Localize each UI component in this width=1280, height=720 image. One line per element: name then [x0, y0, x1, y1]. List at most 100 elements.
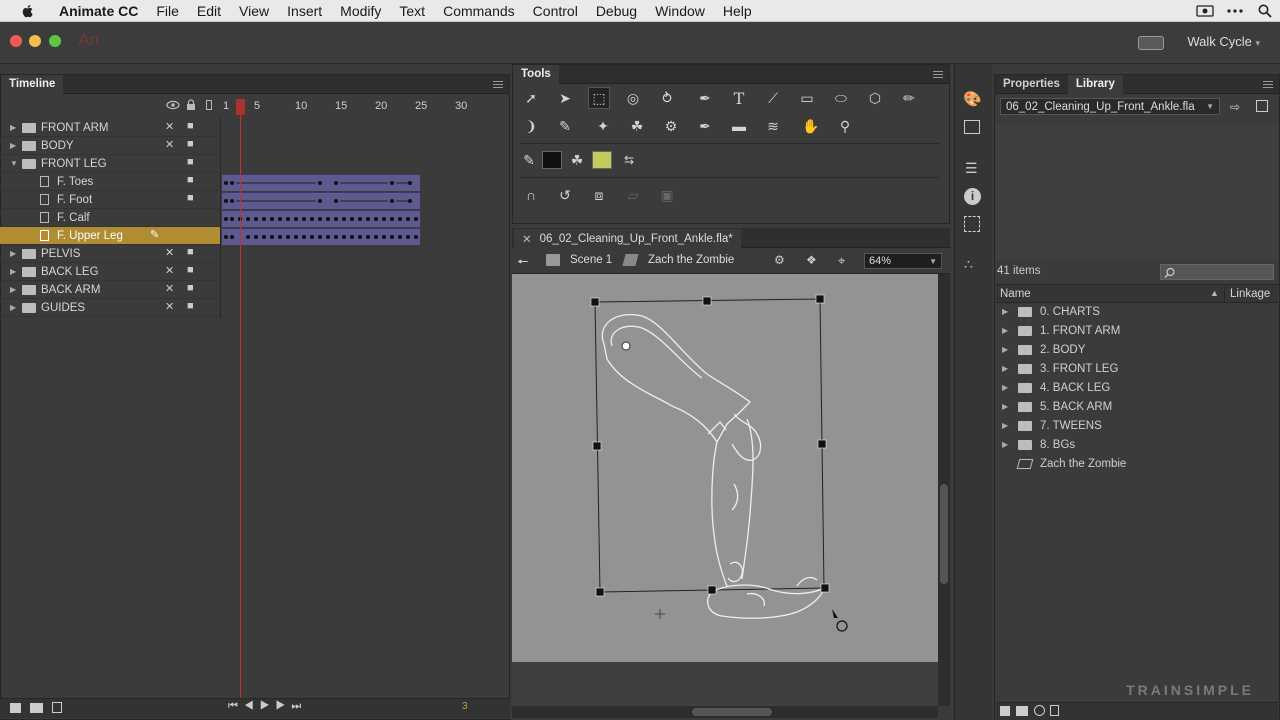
- lock-icon[interactable]: ■: [187, 264, 194, 276]
- hand-tool-icon[interactable]: ✋: [800, 115, 822, 137]
- menu-view[interactable]: View: [230, 3, 278, 19]
- zoom-window-button[interactable]: [49, 35, 61, 47]
- expand-arrow-icon[interactable]: ▶: [10, 285, 16, 294]
- column-name[interactable]: Name: [1000, 288, 1031, 300]
- close-tab-icon[interactable]: ✕: [522, 232, 532, 246]
- eyedropper-tool-icon[interactable]: ✒: [694, 115, 716, 137]
- fill-color-swatch[interactable]: [592, 151, 612, 169]
- spotlight-search-icon[interactable]: [1250, 4, 1280, 18]
- playhead-handle[interactable]: [236, 99, 245, 115]
- eraser-tool-icon[interactable]: ▬: [728, 115, 750, 137]
- hidden-x-icon[interactable]: ✕: [165, 246, 174, 259]
- workspace-switcher[interactable]: Walk Cycle ▾: [1187, 34, 1260, 49]
- paint-bucket-tool-icon[interactable]: ☘: [626, 115, 648, 137]
- expand-arrow-icon[interactable]: ▶: [10, 123, 16, 132]
- document-tab[interactable]: ✕ 06_02_Cleaning_Up_Front_Ankle.fla*: [514, 229, 741, 248]
- menu-control[interactable]: Control: [524, 3, 587, 19]
- panel-menu-icon[interactable]: [1263, 81, 1273, 88]
- tools-tab[interactable]: Tools: [513, 64, 559, 84]
- library-file-select[interactable]: 06_02_Cleaning_Up_Front_Ankle.fla ▼: [1000, 98, 1220, 115]
- brush-tool-icon[interactable]: ✎: [554, 115, 576, 137]
- stage-canvas[interactable]: [512, 274, 938, 662]
- pen-tool-icon[interactable]: ✒: [694, 87, 716, 109]
- expand-arrow-icon[interactable]: ▶: [1002, 383, 1010, 392]
- lock-all-icon[interactable]: [186, 99, 196, 111]
- sort-arrow-icon[interactable]: ▲: [1210, 288, 1219, 298]
- lock-icon[interactable]: ■: [187, 246, 194, 258]
- scrollbar-thumb[interactable]: [940, 484, 948, 584]
- stage-vertical-scrollbar[interactable]: [938, 274, 950, 706]
- hidden-x-icon[interactable]: ✕: [165, 138, 174, 151]
- lock-icon[interactable]: ■: [187, 174, 194, 186]
- new-folder-icon[interactable]: [30, 703, 43, 713]
- timeline-tab[interactable]: Timeline: [1, 74, 64, 94]
- scale-icon[interactable]: ⧈: [588, 184, 610, 206]
- scene-breadcrumb[interactable]: Scene 1: [570, 254, 612, 266]
- menu-modify[interactable]: Modify: [331, 3, 390, 19]
- stage-horizontal-scrollbar[interactable]: [512, 706, 938, 718]
- expand-arrow-icon[interactable]: ▶: [10, 267, 16, 276]
- transform-panel-icon[interactable]: [964, 216, 980, 232]
- subselection-tool-icon[interactable]: ➤: [554, 87, 576, 109]
- zoom-tool-icon[interactable]: ⚲: [834, 115, 856, 137]
- expand-arrow-icon[interactable]: ▶: [1002, 364, 1010, 373]
- ink-bottle-tool-icon[interactable]: ⚙: [660, 115, 682, 137]
- back-arrow-icon[interactable]: 🠔: [517, 253, 528, 275]
- menu-edit[interactable]: Edit: [188, 3, 230, 19]
- oval-tool-icon[interactable]: ⬭: [830, 87, 852, 109]
- object-drawing-icon[interactable]: ∩: [520, 184, 542, 206]
- free-transform-tool-icon[interactable]: ⬚: [588, 87, 610, 109]
- fill-color-icon[interactable]: ☘: [566, 149, 588, 171]
- library-item-tweens[interactable]: ▶ 7. TWEENS: [996, 416, 1280, 435]
- align-panel-icon[interactable]: ☰: [965, 160, 978, 177]
- expand-arrow-icon[interactable]: ▶: [1002, 402, 1010, 411]
- library-search-input[interactable]: [1160, 264, 1274, 280]
- library-item-back-arm[interactable]: ▶ 5. BACK ARM: [996, 397, 1280, 416]
- menu-file[interactable]: File: [147, 3, 188, 19]
- menu-window[interactable]: Window: [646, 3, 714, 19]
- library-item-front-arm[interactable]: ▶ 1. FRONT ARM: [996, 321, 1280, 340]
- library-item-zach-the-zombie[interactable]: Zach the Zombie: [996, 454, 1280, 473]
- rectangle-tool-icon[interactable]: ▭: [796, 87, 818, 109]
- line-tool-icon[interactable]: ⟋: [762, 87, 784, 109]
- pencil-tool-icon[interactable]: ✏: [898, 87, 920, 109]
- sync-settings-icon[interactable]: [1138, 36, 1164, 50]
- menu-app-name[interactable]: Animate CC: [50, 3, 147, 19]
- expand-arrow-icon[interactable]: ▶: [10, 141, 16, 150]
- zoom-select[interactable]: 64% ▼: [864, 253, 942, 269]
- menu-help[interactable]: Help: [714, 3, 761, 19]
- screen-record-icon[interactable]: [1190, 5, 1220, 17]
- outline-all-icon[interactable]: [206, 100, 212, 110]
- lock-icon[interactable]: ■: [187, 192, 194, 204]
- expand-arrow-icon[interactable]: ▶: [1002, 345, 1010, 354]
- menu-debug[interactable]: Debug: [587, 3, 646, 19]
- width-tool-icon[interactable]: ≋: [762, 115, 784, 137]
- edit-symbols-icon[interactable]: ❖: [806, 253, 817, 267]
- layer-f-calf[interactable]: F. Calf: [0, 209, 220, 227]
- stroke-color-swatch[interactable]: [542, 151, 562, 169]
- menu-insert[interactable]: Insert: [278, 3, 331, 19]
- expand-arrow-icon[interactable]: ▶: [10, 249, 16, 258]
- new-library-panel-icon[interactable]: [1256, 100, 1268, 112]
- panel-menu-icon[interactable]: [493, 81, 503, 88]
- edit-scene-icon[interactable]: ⚙: [774, 253, 785, 267]
- bone-tool-icon[interactable]: ✦: [592, 115, 614, 137]
- collapse-arrow-icon[interactable]: ▼: [10, 159, 18, 168]
- pin-library-icon[interactable]: ⇨: [1230, 100, 1240, 114]
- lock-icon[interactable]: ■: [187, 282, 194, 294]
- lock-icon[interactable]: ■: [187, 300, 194, 312]
- center-stage-icon[interactable]: ⌖: [838, 253, 845, 269]
- lock-icon[interactable]: ■: [187, 120, 194, 132]
- motion-presets-icon[interactable]: ∴: [964, 256, 973, 273]
- lock-icon[interactable]: ■: [187, 156, 194, 168]
- expand-arrow-icon[interactable]: ▶: [1002, 421, 1010, 430]
- swap-colors-icon[interactable]: ⇆: [618, 149, 640, 171]
- tab-library[interactable]: Library: [1067, 74, 1123, 94]
- menu-text[interactable]: Text: [390, 3, 434, 19]
- stroke-color-icon[interactable]: ✎: [518, 149, 540, 171]
- layer-f-upper-leg[interactable]: F. Upper Leg: [0, 227, 220, 245]
- paint-brush-tool-icon[interactable]: ❩: [520, 115, 542, 137]
- scrollbar-thumb[interactable]: [692, 708, 772, 716]
- delete-item-icon[interactable]: [1050, 705, 1059, 716]
- rotate-skew-icon[interactable]: ↺: [554, 184, 576, 206]
